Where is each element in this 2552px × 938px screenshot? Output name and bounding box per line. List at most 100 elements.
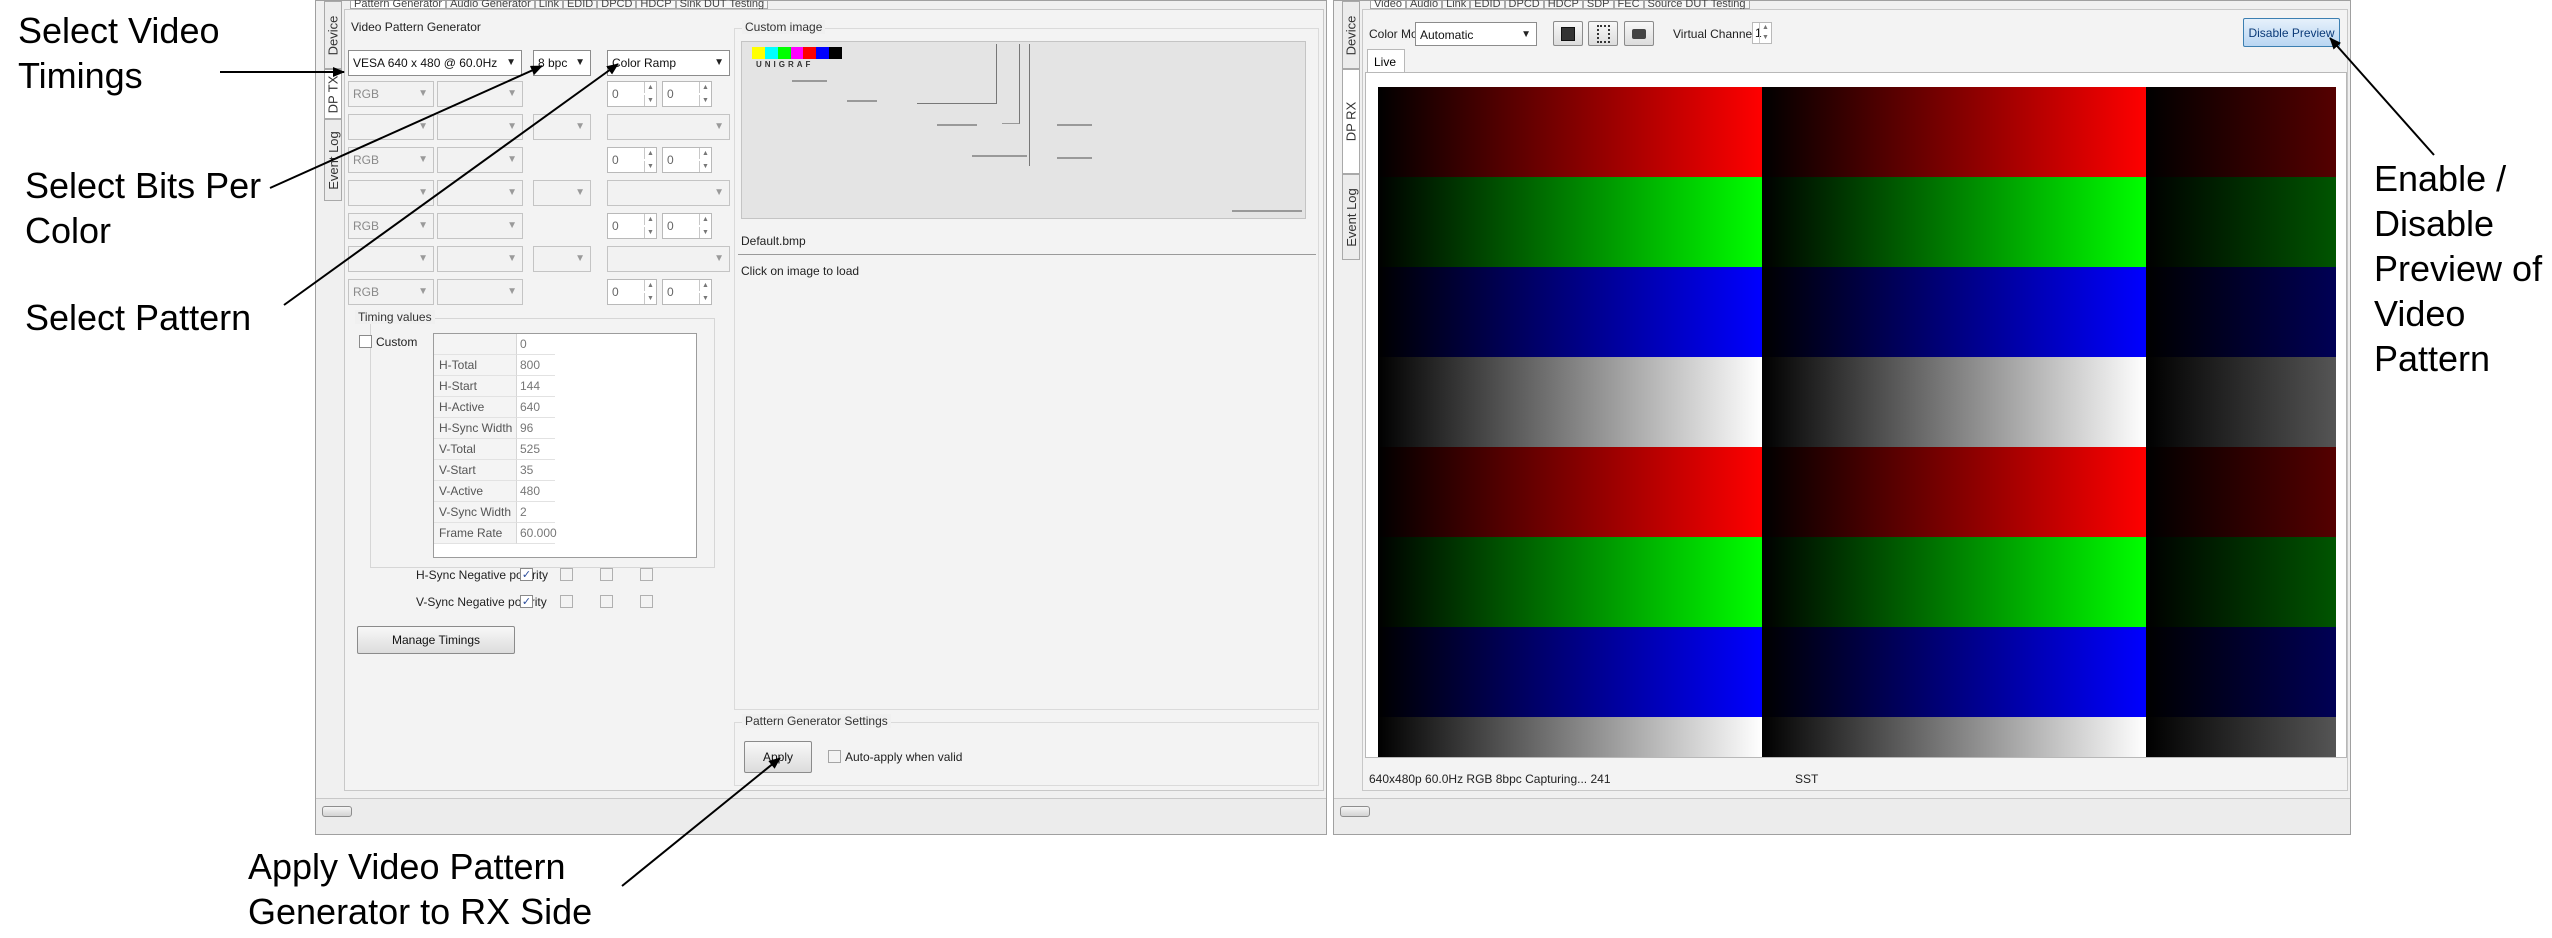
tab-audio-generator[interactable]: Audio Generator xyxy=(446,0,535,10)
spin-down-icon: ▼ xyxy=(644,227,656,238)
color-combo[interactable]: ▼ xyxy=(437,213,523,239)
color-mode-combo[interactable]: Automatic ▼ xyxy=(1415,22,1537,46)
vsync-checkbox-2[interactable] xyxy=(560,595,573,608)
tab-dpcd[interactable]: DPCD xyxy=(1504,0,1544,10)
color-combo[interactable]: ▼ xyxy=(437,114,523,140)
timing-row[interactable]: H-Total 800 xyxy=(434,355,555,376)
timing-row[interactable]: H-Start 144 xyxy=(434,376,555,397)
hsync-checkbox-2[interactable] xyxy=(560,568,573,581)
timing-row[interactable]: V-Active 480 xyxy=(434,481,555,502)
tab-sdp[interactable]: SDP xyxy=(1582,0,1614,10)
tab-edid[interactable]: EDID xyxy=(562,0,598,10)
color-ramp-stripe xyxy=(2146,87,2336,177)
chevron-down-icon: ▼ xyxy=(506,57,516,68)
format-combo[interactable]: ▼ xyxy=(348,114,434,140)
tab-device[interactable]: Device xyxy=(1342,1,1360,69)
tab-audio[interactable]: Audio xyxy=(1405,0,1443,10)
thumbnail-line xyxy=(847,100,877,102)
timing-table[interactable]: 0 H-Total 800 H-Start 144 H-Active 640 H-Sync W… xyxy=(433,333,697,558)
timing-row[interactable]: V-Total 525 xyxy=(434,439,555,460)
color-combo[interactable]: ▼ xyxy=(437,147,523,173)
spinner-a[interactable]: 0 ▲ ▼ xyxy=(607,81,657,107)
vsync-checkbox-4[interactable] xyxy=(640,595,653,608)
format-combo[interactable]: RGB ▼ xyxy=(348,213,434,239)
timing-row[interactable]: 0 xyxy=(434,334,555,355)
hsync-checkbox-4[interactable] xyxy=(640,568,653,581)
spinner-value: 0 xyxy=(667,285,674,299)
pattern-combo[interactable]: Color Ramp ▼ xyxy=(607,50,730,76)
spin-down-icon: ▼ xyxy=(644,161,656,172)
disable-preview-button[interactable]: Disable Preview xyxy=(2243,18,2340,47)
collapse-handle[interactable] xyxy=(1340,806,1370,817)
manage-timings-button[interactable]: Manage Timings xyxy=(357,626,515,654)
hsync-checkbox-3[interactable] xyxy=(600,568,613,581)
color-ramp-stripe xyxy=(2146,177,2336,267)
spinner-value: 0 xyxy=(612,285,619,299)
timing-row[interactable]: Frame Rate 60.000 xyxy=(434,523,557,544)
timing-row[interactable]: H-Sync Width 96 xyxy=(434,418,555,439)
spinner-a[interactable]: 0 ▲ ▼ xyxy=(607,147,657,173)
tab-link[interactable]: Link xyxy=(1442,0,1471,10)
spinner-b[interactable]: 0 ▲ ▼ xyxy=(662,147,712,173)
custom-image-preview[interactable]: UNIGRAF xyxy=(741,41,1306,219)
timing-row[interactable]: V-Sync Width 2 xyxy=(434,502,555,523)
timing-row[interactable]: H-Active 640 xyxy=(434,397,555,418)
hsync-checkbox-1[interactable]: ✓ xyxy=(520,568,533,581)
vsync-checkbox-3[interactable] xyxy=(600,595,613,608)
tab-event-log[interactable]: Event Log xyxy=(1342,174,1360,260)
film-icon-button[interactable] xyxy=(1588,21,1618,46)
tab-video[interactable]: Video xyxy=(1370,0,1406,10)
tab-link[interactable]: Link xyxy=(534,0,563,10)
format-combo[interactable]: RGB ▼ xyxy=(348,279,434,305)
sub-combo[interactable]: ▼ xyxy=(533,180,591,206)
camera-icon-button[interactable] xyxy=(1624,21,1654,46)
tab-device[interactable]: Device xyxy=(324,1,342,69)
callout-line: Generator to RX Side xyxy=(248,891,593,932)
sub-combo[interactable]: ▼ xyxy=(533,246,591,272)
custom-checkbox[interactable] xyxy=(359,335,372,348)
virtual-channel-spinner[interactable]: 1 ▲ ▼ xyxy=(1752,22,1772,44)
tab-dp-rx[interactable]: DP RX xyxy=(1342,69,1360,174)
spinner-a[interactable]: 0 ▲ ▼ xyxy=(607,279,657,305)
color-combo[interactable]: ▼ xyxy=(437,180,523,206)
status-mode: SST xyxy=(1795,772,1819,786)
format-combo[interactable]: ▼ xyxy=(348,246,434,272)
color-combo[interactable]: ▼ xyxy=(437,81,523,107)
tab-hdcp[interactable]: HDCP xyxy=(636,0,676,10)
spinner-a[interactable]: 0 ▲ ▼ xyxy=(607,213,657,239)
pattern-sub-combo[interactable]: ▼ xyxy=(607,114,730,140)
tab-source-dut-testing[interactable]: Source DUT Testing xyxy=(1643,0,1750,10)
tab-dpcd[interactable]: DPCD xyxy=(597,0,637,10)
vsync-checkbox-1[interactable]: ✓ xyxy=(520,595,533,608)
tab-edid[interactable]: EDID xyxy=(1470,0,1505,10)
color-ramp-stripe xyxy=(1378,87,1762,177)
format-combo[interactable]: ▼ xyxy=(348,180,434,206)
tab-event-log[interactable]: Event Log xyxy=(324,119,342,201)
spinner-b[interactable]: 0 ▲ ▼ xyxy=(662,279,712,305)
tab-live[interactable]: Live xyxy=(1367,49,1405,73)
apply-button[interactable]: Apply xyxy=(744,741,812,773)
tab-fec[interactable]: FEC xyxy=(1613,0,1644,10)
timing-row[interactable]: V-Start 35 xyxy=(434,460,555,481)
color-combo[interactable]: ▼ xyxy=(437,246,523,272)
collapse-handle[interactable] xyxy=(322,806,352,817)
spinner-b[interactable]: 0 ▲ ▼ xyxy=(662,213,712,239)
sub-combo[interactable]: ▼ xyxy=(533,114,591,140)
pattern-sub-combo[interactable]: ▼ xyxy=(607,180,730,206)
spinner-b[interactable]: 0 ▲ ▼ xyxy=(662,81,712,107)
tab-dp-tx[interactable]: DP TX xyxy=(324,69,342,119)
timing-combo[interactable]: VESA 640 x 480 @ 60.0Hz ▼ xyxy=(348,50,522,76)
timing-key: V-Sync Width xyxy=(434,502,516,523)
bpc-combo[interactable]: 8 bpc ▼ xyxy=(533,50,591,76)
spin-up-icon: ▲ xyxy=(699,280,711,291)
pattern-sub-combo[interactable]: ▼ xyxy=(607,246,730,272)
format-combo[interactable]: RGB ▼ xyxy=(348,81,434,107)
format-combo[interactable]: RGB ▼ xyxy=(348,147,434,173)
thumbnail-line xyxy=(1024,44,1030,166)
tab-sink-dut-testing[interactable]: Sink DUT Testing xyxy=(675,0,769,10)
color-combo[interactable]: ▼ xyxy=(437,279,523,305)
save-icon-button[interactable] xyxy=(1553,21,1583,46)
auto-apply-checkbox[interactable] xyxy=(828,750,841,763)
tab-pattern-generator[interactable]: Pattern Generator xyxy=(350,0,447,10)
tab-hdcp[interactable]: HDCP xyxy=(1543,0,1583,10)
